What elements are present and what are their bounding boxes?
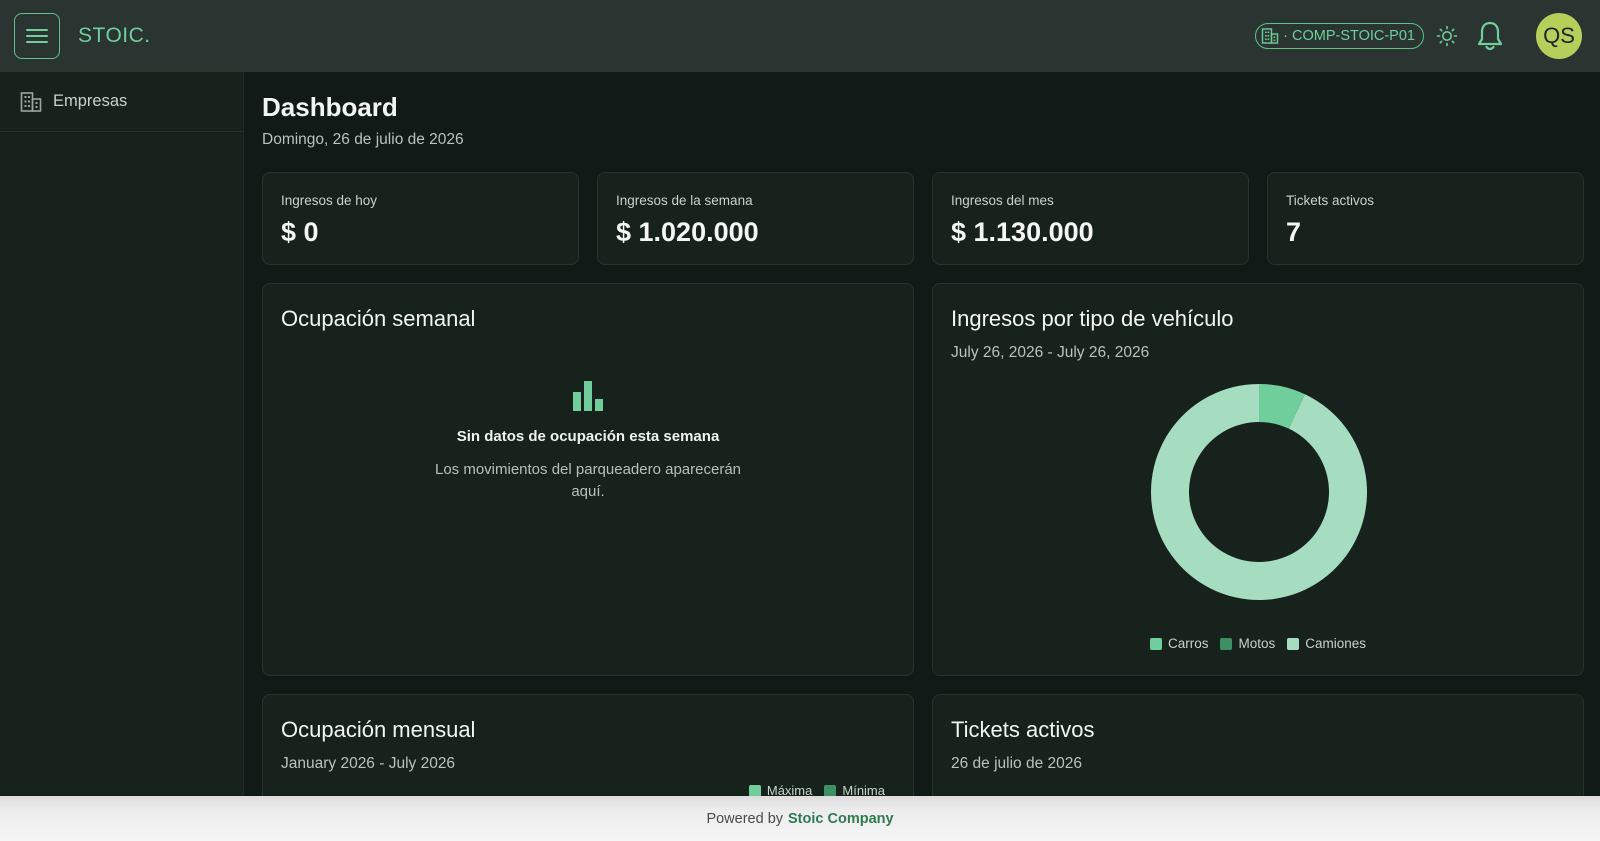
stat-value: $ 1.020.000	[616, 217, 759, 247]
legend-item-minima[interactable]: Mínima	[824, 783, 885, 796]
bell-icon	[1477, 21, 1503, 51]
sidebar-item-empresas[interactable]: Empresas	[0, 72, 243, 132]
vehicle-income-card: Ingresos por tipo de vehículo July 26, 2…	[932, 283, 1584, 676]
legend-label: Máxima	[766, 783, 813, 796]
legend-swatch	[1220, 637, 1233, 650]
legend-swatch	[824, 784, 837, 796]
stat-value: $ 1.130.000	[951, 217, 1094, 247]
company-separator: ·	[1283, 28, 1288, 44]
stat-card-week: Ingresos de la semana $ 1.020.000	[597, 172, 914, 265]
donut-slice-camiones[interactable]	[1151, 384, 1367, 600]
card-title: Ingresos por tipo de vehículo	[951, 306, 1234, 331]
chart-legend: Carros Motos Camiones	[933, 636, 1583, 651]
notifications-button[interactable]	[1474, 19, 1506, 53]
brand-logo[interactable]: STOIC.	[78, 24, 151, 48]
building-icon	[20, 91, 42, 112]
top-bar: STOIC. · COMP-STOIC-P01 QS	[0, 0, 1600, 72]
footer-prefix: Powered by	[706, 810, 784, 827]
card-date-range: January 2026 - July 2026	[281, 755, 456, 772]
sidebar-item-label: Empresas	[53, 92, 128, 110]
stat-card-active-tickets: Tickets activos 7	[1267, 172, 1584, 265]
legend-item-maxima[interactable]: Máxima	[748, 783, 813, 796]
stat-label: Ingresos de la semana	[616, 193, 753, 208]
page-date: Domingo, 26 de julio de 2026	[262, 131, 464, 148]
stat-label: Ingresos del mes	[951, 193, 1054, 208]
page-title: Dashboard	[262, 92, 398, 122]
stat-label: Tickets activos	[1286, 193, 1375, 208]
hamburger-icon	[26, 29, 48, 43]
stat-card-today: Ingresos de hoy $ 0	[262, 172, 579, 265]
legend-swatch	[1149, 637, 1162, 650]
user-avatar[interactable]: QS	[1536, 13, 1582, 59]
theme-toggle-button[interactable]	[1434, 23, 1460, 49]
card-title: Ocupación semanal	[281, 306, 476, 331]
footer-company-link[interactable]: Stoic Company	[788, 811, 894, 827]
legend-swatch	[748, 784, 761, 796]
legend-label: Carros	[1167, 636, 1209, 651]
card-date: 26 de julio de 2026	[951, 755, 1083, 772]
legend-swatch	[1287, 637, 1300, 650]
card-title: Ocupación mensual	[281, 717, 476, 742]
sun-icon	[1436, 25, 1458, 47]
sidebar: Empresas	[0, 72, 244, 796]
stats-row: Ingresos de hoy $ 0 Ingresos de la seman…	[262, 172, 1584, 265]
chart-legend: Máxima Mínima	[743, 783, 891, 796]
main-content: Dashboard Domingo, 26 de julio de 2026 I…	[262, 72, 1584, 796]
legend-label: Motos	[1238, 636, 1276, 651]
legend-label: Mínima	[842, 783, 885, 796]
empty-state-title: Sin datos de ocupación esta semana	[456, 428, 720, 445]
stat-value: 7	[1286, 217, 1302, 247]
bar-chart-icon	[573, 381, 603, 411]
weekly-occupancy-card: Ocupación semanal Sin datos de ocupación…	[262, 283, 914, 676]
company-code: COMP-STOIC-P01	[1291, 28, 1415, 44]
stat-card-month: Ingresos del mes $ 1.130.000	[932, 172, 1249, 265]
card-title: Tickets activos	[951, 717, 1095, 742]
active-tickets-card: Tickets activos 26 de julio de 2026	[932, 694, 1584, 796]
footer: Powered by Stoic Company	[0, 796, 1600, 841]
menu-button[interactable]	[14, 13, 60, 59]
stat-label: Ingresos de hoy	[281, 193, 378, 208]
stat-value: $ 0	[281, 217, 319, 247]
legend-item-carros[interactable]: Carros	[1149, 636, 1209, 651]
company-selector[interactable]: · COMP-STOIC-P01	[1255, 23, 1424, 49]
card-date-range: July 26, 2026 - July 26, 2026	[951, 344, 1150, 361]
donut-chart	[1151, 384, 1367, 600]
building-icon	[1261, 28, 1279, 44]
legend-item-camiones[interactable]: Camiones	[1287, 636, 1366, 651]
empty-state: Sin datos de ocupación esta semana Los m…	[263, 380, 913, 503]
empty-state-text: Los movimientos del parqueadero aparecer…	[434, 461, 742, 500]
legend-label: Camiones	[1305, 636, 1367, 651]
monthly-occupancy-card: Ocupación mensual January 2026 - July 20…	[262, 694, 914, 796]
legend-item-motos[interactable]: Motos	[1220, 636, 1275, 651]
